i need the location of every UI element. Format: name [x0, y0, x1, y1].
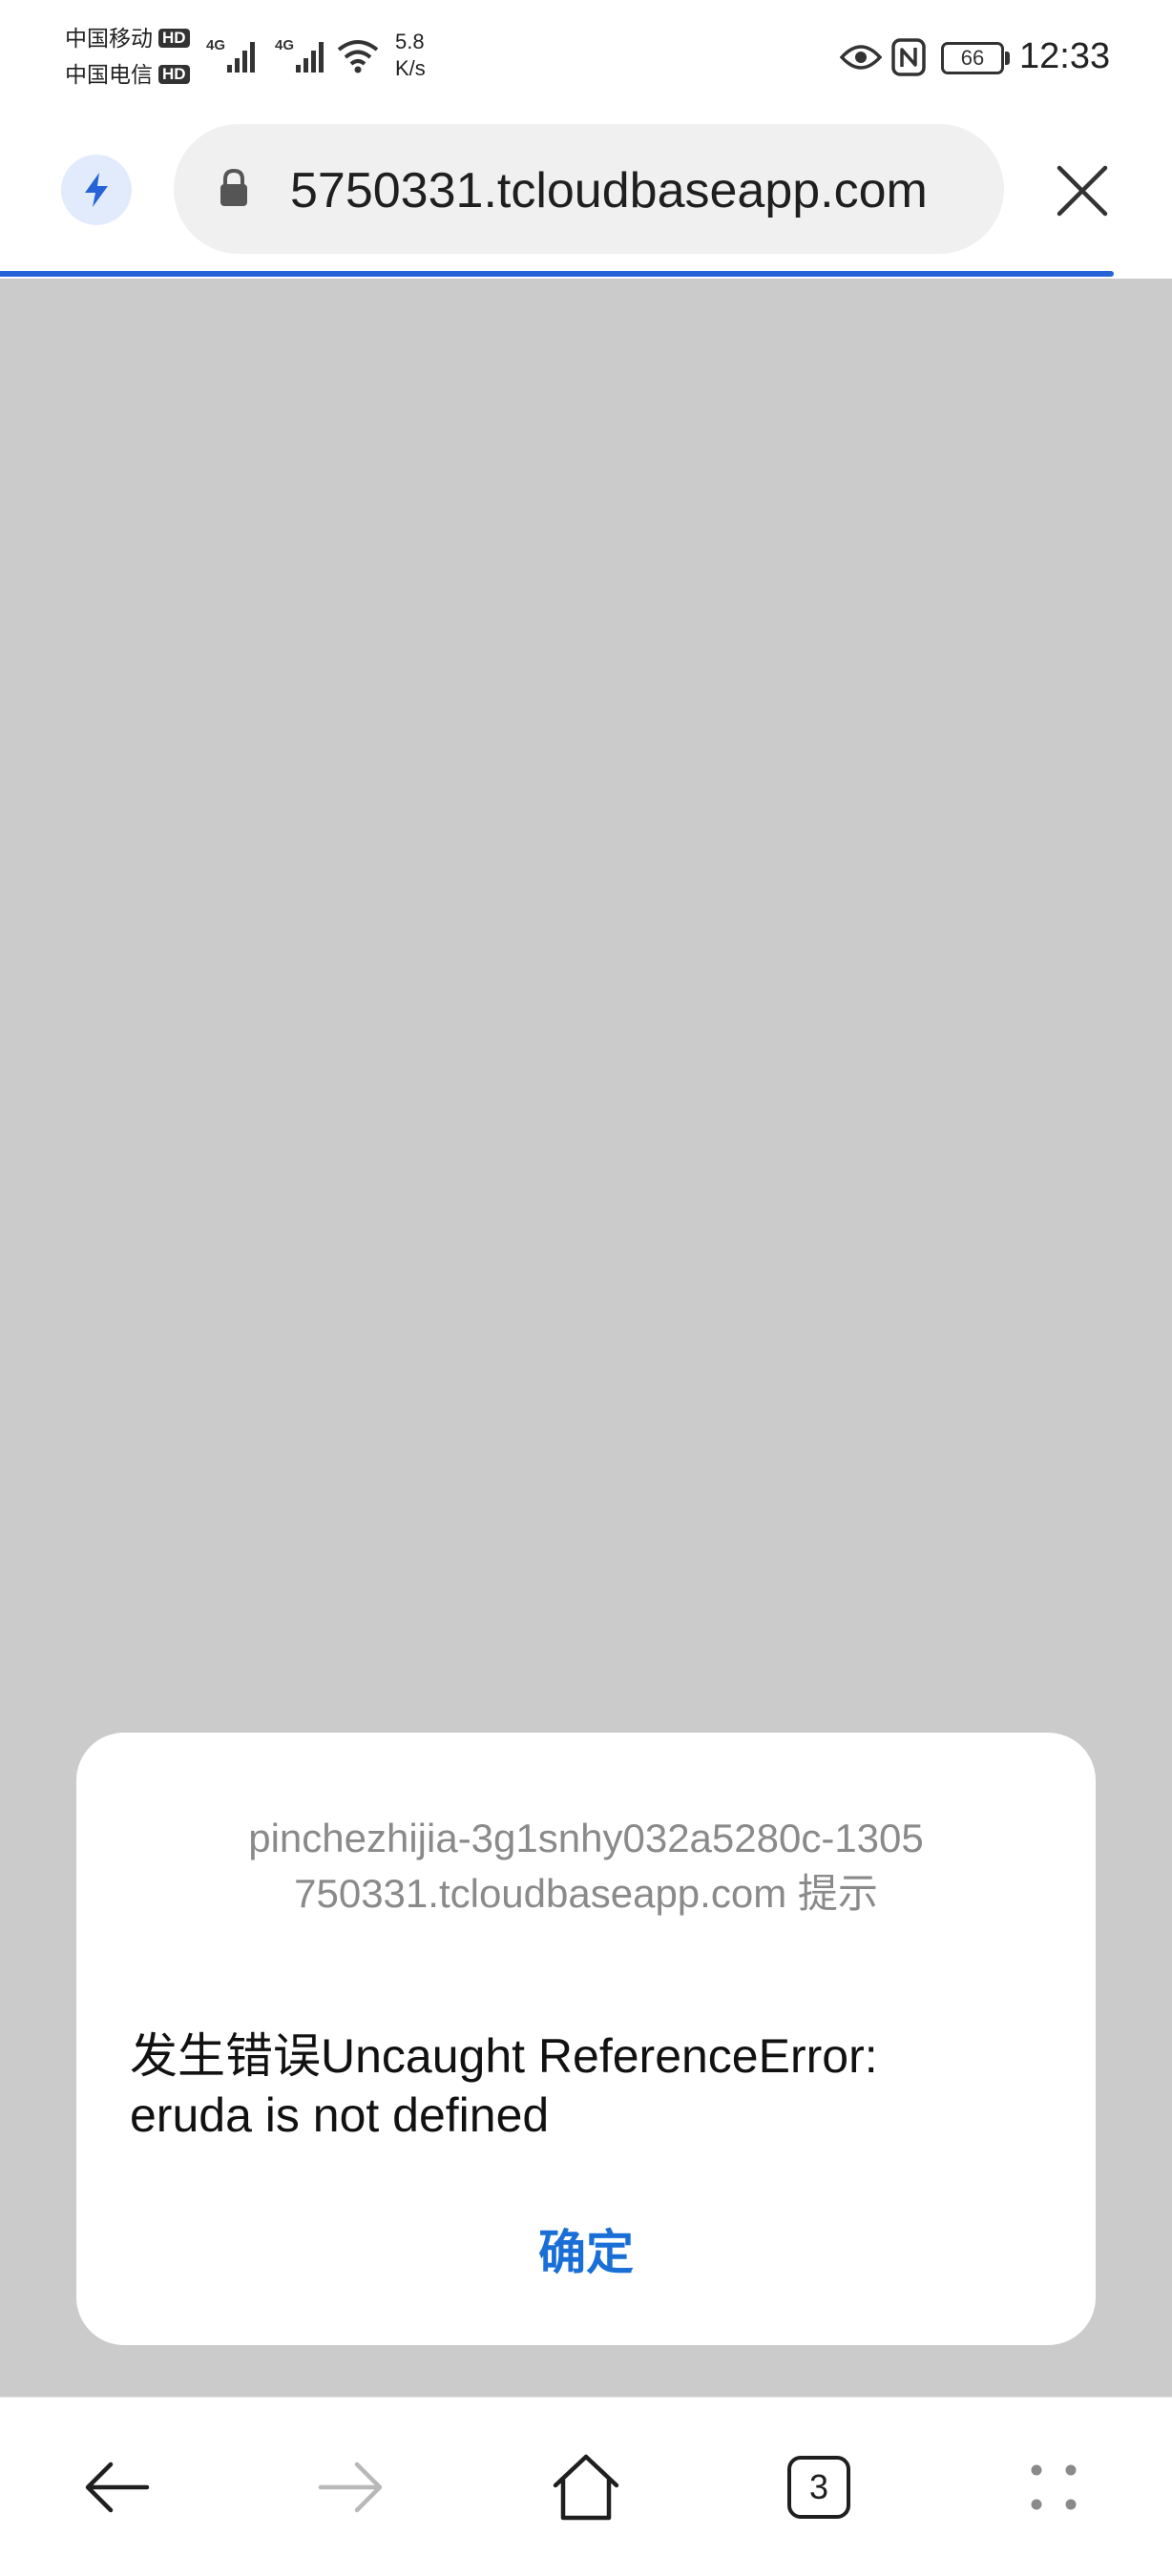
tab-count: 3 — [808, 2467, 829, 2506]
net-type-label: 4G — [206, 37, 225, 53]
carrier-2: 中国电信 HD — [65, 61, 190, 88]
more-menu-icon — [1031, 2464, 1077, 2510]
tabs-button[interactable]: 3 — [771, 2440, 867, 2535]
address-bar: 5750331.tcloudbaseapp.com — [0, 116, 1172, 273]
dialog-title: pinchezhijia-3g1snhy032a5280c-1305750331… — [248, 1816, 924, 1916]
dialog-message: 发生错误Uncaught ReferenceError: eruda is no… — [130, 2029, 878, 2142]
page-load-progress — [0, 271, 1114, 277]
bottom-nav: 3 — [0, 2397, 1172, 2576]
net-type-label: 4G — [275, 37, 294, 53]
close-icon[interactable] — [1056, 164, 1109, 218]
forward-arrow-icon — [318, 2462, 383, 2513]
battery-tip — [1005, 52, 1010, 65]
tabs-icon: 3 — [787, 2456, 850, 2519]
status-bar: 中国移动 HD 中国电信 HD 4G 4G 5.8 K/s 66 12:33 — [0, 0, 1172, 116]
quick-action-button[interactable] — [61, 155, 132, 225]
back-arrow-icon — [85, 2462, 150, 2513]
alert-dialog: pinchezhijia-3g1snhy032a5280c-1305750331… — [76, 1733, 1096, 2345]
battery-icon: 66 — [941, 42, 1004, 74]
back-button[interactable] — [69, 2440, 164, 2535]
carrier-1-name: 中国移动 — [65, 26, 153, 51]
lock-icon — [220, 168, 247, 206]
more-menu-button[interactable] — [1006, 2440, 1101, 2535]
hd-badge: HD — [158, 65, 190, 84]
signal-icon: 4G — [206, 37, 255, 73]
home-icon — [553, 2454, 619, 2521]
forward-button[interactable] — [303, 2440, 399, 2535]
eye-icon — [840, 45, 882, 70]
nfc-icon — [891, 38, 926, 76]
carrier-1: 中国移动 HD — [65, 25, 190, 52]
carrier-2-name: 中国电信 — [65, 62, 153, 87]
net-speed: 5.8 K/s — [395, 29, 426, 82]
net-speed-value: 5.8 — [395, 30, 425, 53]
wifi-icon — [337, 40, 379, 73]
battery-level: 66 — [960, 46, 985, 70]
dialog-ok-button[interactable]: 确定 — [462, 2210, 710, 2296]
bolt-icon — [85, 173, 108, 207]
signal-icon: 4G — [275, 37, 324, 73]
url-field[interactable]: 5750331.tcloudbaseapp.com — [174, 124, 1004, 254]
url-text: 5750331.tcloudbaseapp.com — [290, 163, 928, 218]
clock: 12:33 — [1019, 36, 1111, 76]
net-speed-unit: K/s — [395, 56, 426, 80]
home-button[interactable] — [538, 2440, 634, 2535]
hd-badge: HD — [158, 29, 190, 48]
